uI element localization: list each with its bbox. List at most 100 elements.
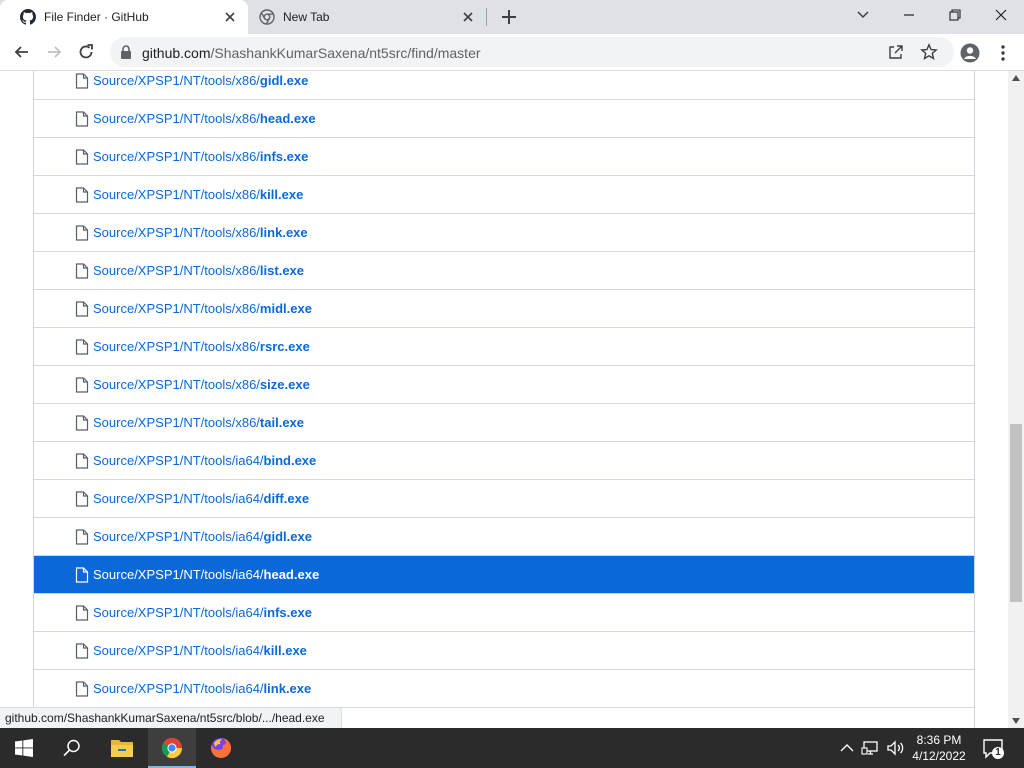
file-path-name: rsrc <box>259 339 285 354</box>
file-path-link[interactable]: Source/XPSP1/NT/tools/ia64/kill.exe <box>93 643 307 658</box>
file-path-name: kill <box>263 643 282 658</box>
scroll-down-arrow-icon[interactable] <box>1012 718 1020 724</box>
close-tab-icon[interactable] <box>222 9 238 25</box>
network-icon[interactable] <box>861 738 881 758</box>
volume-icon[interactable] <box>885 738 905 758</box>
system-clock[interactable]: 8:36 PM 4/12/2022 <box>908 732 970 764</box>
file-path-link[interactable]: Source/XPSP1/NT/tools/x86/head.exe <box>93 111 316 126</box>
file-path-link[interactable]: Source/XPSP1/NT/tools/x86/tail.exe <box>93 415 304 430</box>
minimize-button[interactable] <box>886 0 932 30</box>
file-row[interactable]: Source/XPSP1/NT/tools/x86/rsrc.exe <box>34 327 974 365</box>
restore-button[interactable] <box>932 0 978 30</box>
link-status-bubble: github.com/ShashankKumarSaxena/nt5src/bl… <box>0 707 342 728</box>
file-icon <box>75 73 89 89</box>
file-explorer-icon <box>111 740 133 757</box>
file-icon <box>75 339 89 355</box>
file-row[interactable]: Source/XPSP1/NT/tools/ia64/gidl.exe <box>34 517 974 555</box>
file-path-link[interactable]: Source/XPSP1/NT/tools/x86/link.exe <box>93 225 308 240</box>
lock-icon[interactable] <box>120 45 132 59</box>
file-path-link[interactable]: Source/XPSP1/NT/tools/x86/rsrc.exe <box>93 339 310 354</box>
clock-time: 8:36 PM <box>916 733 962 747</box>
scroll-up-arrow-icon[interactable] <box>1012 75 1020 81</box>
close-tab-icon[interactable] <box>460 9 476 25</box>
file-icon <box>75 149 89 165</box>
more-menu-icon[interactable] <box>993 43 1013 63</box>
tab-separator <box>486 8 487 26</box>
file-path-ext: .exe <box>285 681 312 696</box>
file-row[interactable]: Source/XPSP1/NT/tools/ia64/kill.exe <box>34 631 974 669</box>
scrollbar-thumb[interactable] <box>1010 424 1022 602</box>
file-path-dir: Source/XPSP1/NT/tools/x86/ <box>93 301 260 316</box>
file-path-name: size <box>259 377 285 392</box>
share-icon[interactable] <box>888 44 904 60</box>
profile-avatar-icon[interactable] <box>960 43 980 63</box>
clock-date: 4/12/2022 <box>912 749 966 763</box>
file-row[interactable]: Source/XPSP1/NT/tools/x86/link.exe <box>34 213 974 251</box>
tab-strip: File Finder · GitHub New Tab <box>0 0 1024 34</box>
file-path-name: head <box>263 567 294 582</box>
start-button[interactable] <box>0 728 48 768</box>
file-path-link[interactable]: Source/XPSP1/NT/tools/ia64/head.exe <box>93 567 319 582</box>
file-path-ext: .exe <box>282 225 308 240</box>
file-row[interactable]: Source/XPSP1/NT/tools/x86/gidl.exe <box>34 71 974 99</box>
tab-title: New Tab <box>283 10 330 24</box>
file-row[interactable]: Source/XPSP1/NT/tools/ia64/infs.exe <box>34 593 974 631</box>
show-hidden-icons-chevron-icon[interactable] <box>837 738 857 758</box>
file-path-dir: Source/XPSP1/NT/tools/x86/ <box>93 149 260 164</box>
file-row[interactable]: Source/XPSP1/NT/tools/x86/midl.exe <box>34 289 974 327</box>
taskbar-file-explorer[interactable] <box>98 728 146 768</box>
file-icon <box>75 491 89 507</box>
file-icon <box>75 681 89 697</box>
github-icon <box>20 9 36 25</box>
taskbar-search-button[interactable] <box>48 728 96 768</box>
file-row[interactable]: Source/XPSP1/NT/tools/x86/list.exe <box>34 251 974 289</box>
file-path-dir: Source/XPSP1/NT/tools/x86/ <box>93 111 260 126</box>
file-path-ext: .exe <box>286 605 312 620</box>
page-scrollbar[interactable] <box>1008 71 1024 728</box>
file-path-name: infs <box>259 149 284 164</box>
taskbar-chrome[interactable] <box>148 728 196 768</box>
file-path-link[interactable]: Source/XPSP1/NT/tools/x86/infs.exe <box>93 149 308 164</box>
close-window-button[interactable] <box>978 0 1024 30</box>
address-bar[interactable]: github.com/ShashankKumarSaxena/nt5src/fi… <box>110 37 954 67</box>
file-path-dir: Source/XPSP1/NT/tools/ia64/ <box>93 453 264 468</box>
reload-icon[interactable] <box>76 42 96 62</box>
file-icon <box>75 301 89 317</box>
file-path-link[interactable]: Source/XPSP1/NT/tools/x86/gidl.exe <box>93 73 308 88</box>
back-arrow-icon[interactable] <box>12 42 32 62</box>
file-path-link[interactable]: Source/XPSP1/NT/tools/ia64/link.exe <box>93 681 311 696</box>
file-path-link[interactable]: Source/XPSP1/NT/tools/ia64/bind.exe <box>93 453 316 468</box>
file-path-dir: Source/XPSP1/NT/tools/x86/ <box>93 263 260 278</box>
file-path-link[interactable]: Source/XPSP1/NT/tools/x86/size.exe <box>93 377 310 392</box>
tab-new-tab[interactable]: New Tab <box>248 0 486 34</box>
file-icon <box>75 263 89 279</box>
bookmark-star-icon[interactable] <box>920 43 938 61</box>
file-path-link[interactable]: Source/XPSP1/NT/tools/x86/kill.exe <box>93 187 303 202</box>
url-text[interactable]: github.com/ShashankKumarSaxena/nt5src/fi… <box>142 45 481 61</box>
file-path-name: bind <box>263 453 291 468</box>
file-path-link[interactable]: Source/XPSP1/NT/tools/x86/midl.exe <box>93 301 312 316</box>
tab-file-finder[interactable]: File Finder · GitHub <box>0 0 248 34</box>
file-row[interactable]: Source/XPSP1/NT/tools/x86/size.exe <box>34 365 974 403</box>
file-row[interactable]: Source/XPSP1/NT/tools/x86/tail.exe <box>34 403 974 441</box>
windows-taskbar: 8:36 PM 4/12/2022 1 <box>0 728 1024 768</box>
file-row[interactable]: Source/XPSP1/NT/tools/ia64/diff.exe <box>34 479 974 517</box>
file-row[interactable]: Source/XPSP1/NT/tools/x86/kill.exe <box>34 175 974 213</box>
file-path-ext: .exe <box>293 567 320 582</box>
file-row[interactable]: Source/XPSP1/NT/tools/ia64/bind.exe <box>34 441 974 479</box>
file-row[interactable]: Source/XPSP1/NT/tools/x86/infs.exe <box>34 137 974 175</box>
file-row[interactable]: Source/XPSP1/NT/tools/ia64/link.exe <box>34 669 974 707</box>
file-path-ext: .exe <box>284 377 310 392</box>
file-path-link[interactable]: Source/XPSP1/NT/tools/ia64/gidl.exe <box>93 529 312 544</box>
chrome-icon <box>161 737 183 759</box>
file-row-selected[interactable]: Source/XPSP1/NT/tools/ia64/head.exe <box>34 555 974 593</box>
file-row[interactable]: Source/XPSP1/NT/tools/x86/head.exe <box>34 99 974 137</box>
file-path-link[interactable]: Source/XPSP1/NT/tools/ia64/diff.exe <box>93 491 309 506</box>
forward-arrow-icon[interactable] <box>44 42 64 62</box>
file-path-link[interactable]: Source/XPSP1/NT/tools/ia64/infs.exe <box>93 605 312 620</box>
taskbar-firefox[interactable] <box>197 728 245 768</box>
tab-search-button[interactable] <box>840 0 886 30</box>
file-icon <box>75 377 89 393</box>
new-tab-plus-icon[interactable] <box>499 7 519 27</box>
file-path-link[interactable]: Source/XPSP1/NT/tools/x86/list.exe <box>93 263 304 278</box>
